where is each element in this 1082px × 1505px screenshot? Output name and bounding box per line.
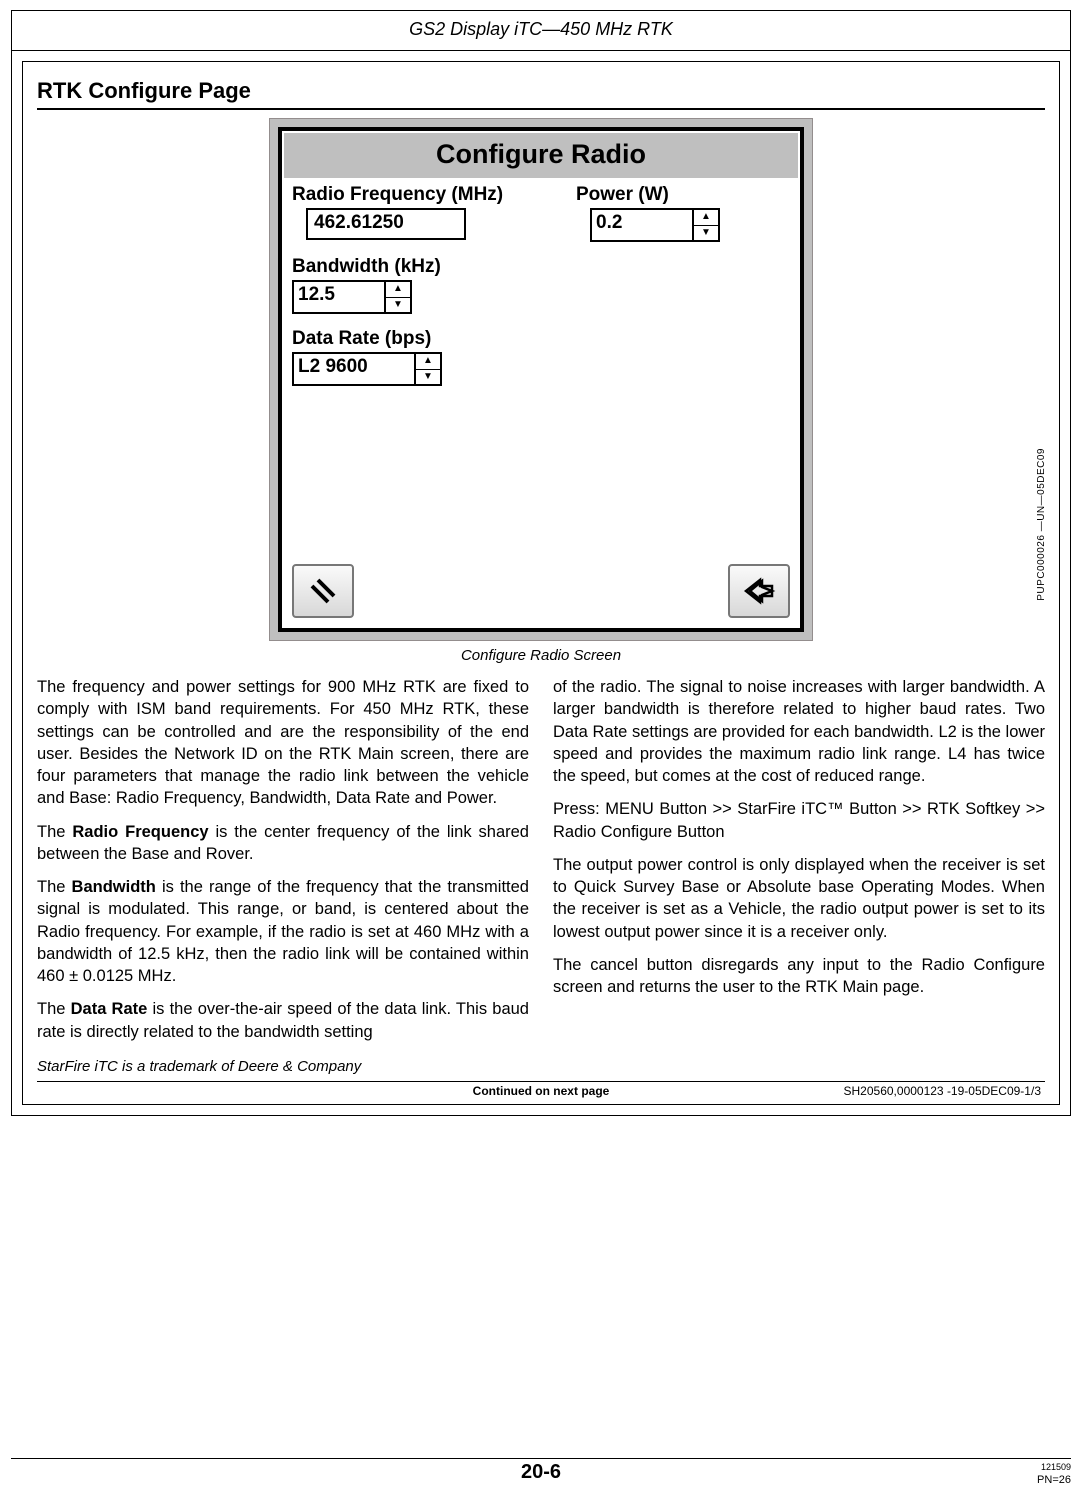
page-header: GS2 Display iTC—450 MHz RTK xyxy=(12,11,1070,50)
body-para: The output power control is only display… xyxy=(553,854,1045,943)
body-para: of the radio. The signal to noise increa… xyxy=(553,676,1045,787)
body-left-column: The frequency and power settings for 900… xyxy=(37,676,529,1054)
configure-radio-title: Configure Radio xyxy=(284,133,798,178)
body-para: The Radio Frequency is the center freque… xyxy=(37,821,529,866)
next-button[interactable] xyxy=(728,564,790,618)
arrow-right-icon xyxy=(742,576,776,606)
radio-frequency-input[interactable]: 462.61250 xyxy=(306,208,466,240)
body-para: Press: MENU Button >> StarFire iTC™ Butt… xyxy=(553,798,1045,843)
radio-frequency-label: Radio Frequency (MHz) xyxy=(292,184,506,206)
radio-frequency-value: 462.61250 xyxy=(314,212,404,234)
data-rate-spinner[interactable]: ▲ ▼ xyxy=(414,354,440,384)
cancel-button[interactable] xyxy=(292,564,354,618)
bandwidth-input[interactable]: 12.5 ▲ ▼ xyxy=(292,280,412,314)
bandwidth-spinner[interactable]: ▲ ▼ xyxy=(384,282,410,312)
page-footer-rule xyxy=(11,1458,1071,1459)
page-frame: GS2 Display iTC—450 MHz RTK RTK Configur… xyxy=(11,10,1071,1116)
power-value: 0.2 xyxy=(592,210,692,240)
power-up-icon[interactable]: ▲ xyxy=(694,210,718,226)
cancel-icon xyxy=(308,576,338,606)
body-para: The Data Rate is the over-the-air speed … xyxy=(37,998,529,1043)
continued-row: Continued on next page SH20560,0000123 -… xyxy=(37,1082,1045,1098)
power-input[interactable]: 0.2 ▲ ▼ xyxy=(590,208,720,242)
data-rate-up-icon[interactable]: ▲ xyxy=(416,354,440,370)
power-label: Power (W) xyxy=(576,184,790,206)
power-down-icon[interactable]: ▼ xyxy=(694,226,718,241)
configure-radio-inner: Configure Radio Radio Frequency (MHz) 46… xyxy=(278,127,804,632)
power-spinner[interactable]: ▲ ▼ xyxy=(692,210,718,240)
trademark-note: StarFire iTC is a trademark of Deere & C… xyxy=(37,1058,1045,1075)
data-rate-down-icon[interactable]: ▼ xyxy=(416,370,440,385)
page-footer: 20-6 121509 PN=26 xyxy=(0,1458,1082,1491)
page-number: 20-6 xyxy=(11,1461,1071,1484)
title-rule xyxy=(37,108,1045,110)
section-title: RTK Configure Page xyxy=(37,78,1045,104)
bandwidth-down-icon[interactable]: ▼ xyxy=(386,298,410,313)
data-rate-value: L2 9600 xyxy=(294,354,414,384)
bandwidth-up-icon[interactable]: ▲ xyxy=(386,282,410,298)
body-para: The frequency and power settings for 900… xyxy=(37,676,529,810)
data-rate-input[interactable]: L2 9600 ▲ ▼ xyxy=(292,352,442,386)
content-frame: RTK Configure Page PUPC000026 —UN—05DEC0… xyxy=(22,61,1060,1105)
body-para: The Bandwidth is the range of the freque… xyxy=(37,876,529,987)
bandwidth-value: 12.5 xyxy=(294,282,384,312)
screenshot-wrap: PUPC000026 —UN—05DEC09 Configure Radio R… xyxy=(37,118,1045,641)
body-columns: The frequency and power settings for 900… xyxy=(37,676,1045,1054)
header-rule xyxy=(12,50,1070,51)
image-ref-code: PUPC000026 —UN—05DEC09 xyxy=(1036,448,1047,601)
continued-label: Continued on next page xyxy=(37,1084,1045,1098)
body-para: The cancel button disregards any input t… xyxy=(553,954,1045,999)
body-right-column: of the radio. The signal to noise increa… xyxy=(553,676,1045,1054)
configure-radio-panel: Configure Radio Radio Frequency (MHz) 46… xyxy=(269,118,813,641)
bandwidth-label: Bandwidth (kHz) xyxy=(292,256,790,278)
configure-radio-body: Radio Frequency (MHz) 462.61250 Power (W… xyxy=(284,184,798,564)
softkey-row xyxy=(284,564,798,622)
screenshot-caption: Configure Radio Screen xyxy=(37,647,1045,664)
data-rate-label: Data Rate (bps) xyxy=(292,328,790,350)
